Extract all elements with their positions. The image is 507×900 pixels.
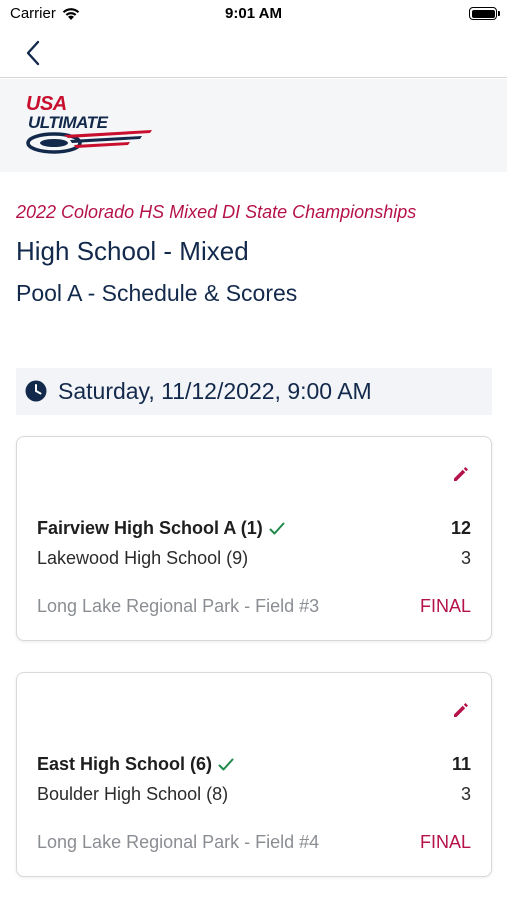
clock-icon (25, 380, 47, 402)
team-name-text: Fairview High School A (1) (37, 518, 263, 538)
team-row: Boulder High School (8) 3 (37, 784, 471, 808)
team-score: 11 (451, 754, 471, 774)
checkmark-icon (218, 758, 234, 771)
game-location: Long Lake Regional Park - Field #4 (37, 832, 320, 852)
team-name-text: East High School (6) (37, 754, 213, 774)
pool-title: Pool A - Schedule & Scores (16, 280, 298, 306)
team-name: Lakewood High School (9) (37, 548, 249, 568)
round-date-label: Saturday, 11/12/2022, 9:00 AM (58, 378, 372, 404)
game-location: Long Lake Regional Park - Field #3 (37, 596, 320, 616)
team-score: 3 (460, 548, 471, 568)
chevron-left-icon[interactable] (20, 38, 50, 68)
team-row: Lakewood High School (9) 3 (37, 548, 471, 572)
game-card[interactable]: Fairview High School A (1) 12 Lakewood H… (16, 436, 492, 641)
checkmark-icon (269, 522, 285, 535)
team-score: 3 (460, 784, 471, 804)
round-date-header: Saturday, 11/12/2022, 9:00 AM (16, 368, 492, 415)
pencil-icon[interactable] (451, 700, 471, 720)
team-name: Fairview High School A (1) (37, 518, 285, 539)
usa-ultimate-logo: USA ULTIMATE (24, 93, 154, 157)
game-card[interactable]: East High School (6) 11 Boulder High Sch… (16, 672, 492, 877)
team-score: 12 (450, 518, 471, 538)
team-row-winner: Fairview High School A (1) 12 (37, 518, 471, 542)
game-status: FINAL (419, 596, 471, 616)
logo-banner: USA ULTIMATE (0, 79, 507, 172)
clock-time: 9:01 AM (225, 5, 282, 22)
team-name: East High School (6) (37, 754, 234, 775)
nav-bar (0, 28, 507, 78)
team-name: Boulder High School (8) (37, 784, 229, 804)
division-title: High School - Mixed (16, 236, 249, 266)
status-bar: Carrier 9:01 AM (0, 0, 507, 28)
battery-icon (469, 7, 500, 20)
pencil-icon[interactable] (451, 464, 471, 484)
team-row-winner: East High School (6) 11 (37, 754, 471, 778)
event-name: 2022 Colorado HS Mixed DI State Champion… (16, 202, 417, 222)
logo-disc-swoosh (26, 130, 152, 154)
game-status: FINAL (419, 832, 471, 852)
